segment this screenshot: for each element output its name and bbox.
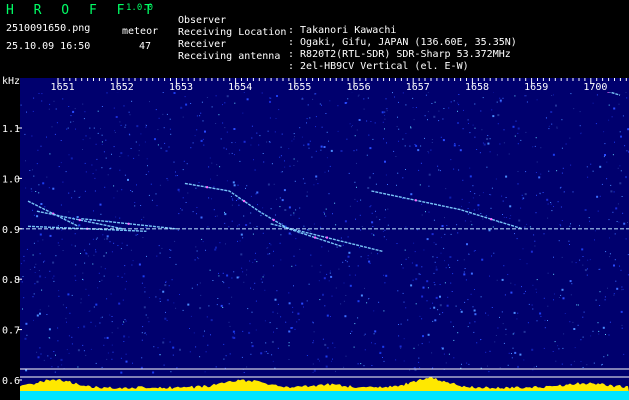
trace-hotspot bbox=[127, 222, 130, 225]
bottom-band bbox=[20, 391, 629, 400]
trace-hotspot bbox=[414, 199, 417, 202]
trace-hotspot bbox=[490, 218, 493, 221]
trace-hotspot bbox=[205, 186, 209, 189]
y-tick-label: 0.8 bbox=[2, 275, 20, 286]
x-tick-label: 1658 bbox=[465, 82, 489, 93]
y-tick-label: 1.0 bbox=[2, 174, 20, 185]
x-tick-label: 1654 bbox=[228, 82, 252, 93]
trace-hotspot bbox=[325, 236, 329, 239]
y-tick-label: 0.7 bbox=[2, 326, 20, 337]
x-tick-label: 1659 bbox=[524, 82, 548, 93]
x-tick-label: 1657 bbox=[406, 82, 430, 93]
x-tick-label: 1655 bbox=[287, 82, 311, 93]
spectrogram-chart: kHz1.11.00.90.80.70.6 1651 1652 1653 1654 16… bbox=[0, 72, 629, 400]
y-axis-unit-label: kHz bbox=[2, 76, 20, 87]
y-tick-label: 0.6 bbox=[2, 376, 20, 387]
hrofft-spectrogram-screen: H R O F F T 1.0.0 2510091650.png 25.10.0… bbox=[0, 0, 629, 400]
y-tick-label: 1.1 bbox=[2, 124, 20, 135]
trace-hotspot bbox=[272, 218, 275, 222]
x-tick-label: 1651 bbox=[51, 82, 75, 93]
x-tick-label: 1656 bbox=[347, 82, 371, 93]
y-axis-gutter bbox=[0, 72, 20, 400]
trace-hotspot bbox=[313, 236, 317, 239]
spectrogram-background bbox=[20, 78, 629, 400]
trace-hotspot bbox=[78, 218, 82, 222]
x-tick-label: 1653 bbox=[169, 82, 193, 93]
x-tick-label: 1700 bbox=[583, 82, 607, 93]
x-axis: 1651 1652 1653 1654 1655 1656 1657 1658 1659 1700 bbox=[20, 78, 629, 93]
y-axis: kHz 1.1 1.0 0.9 0.8 0.7 0.6 bbox=[0, 72, 22, 400]
x-tick-label: 1652 bbox=[110, 82, 134, 93]
trace-hotspot bbox=[242, 199, 246, 203]
y-tick-label: 0.9 bbox=[2, 225, 20, 236]
